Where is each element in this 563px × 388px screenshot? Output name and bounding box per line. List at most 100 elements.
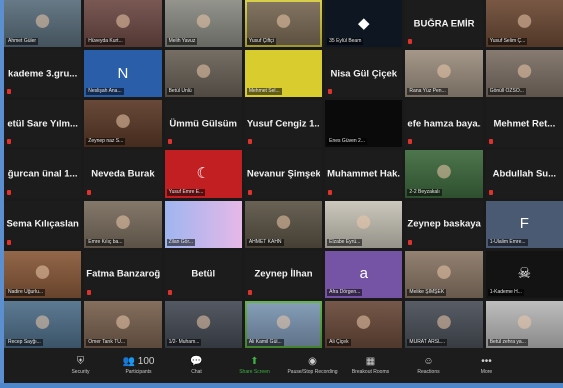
participant-tile[interactable]: N Neslişah Ana...	[84, 50, 162, 98]
participant-tile[interactable]: Rana Yüz Pen...	[405, 50, 483, 98]
muted-mic-icon	[7, 139, 11, 145]
security-button[interactable]: ⛨ Security	[55, 356, 107, 376]
participant-tile[interactable]: Mehmet Ret...	[485, 100, 563, 148]
record-button[interactable]: ◉ Pause/Stop Recording	[287, 356, 339, 376]
participant-tile[interactable]: ğurcan ünal 1...	[4, 150, 82, 198]
participant-tile[interactable]: ◆ 35 Eylül Beam	[325, 0, 403, 48]
muted-mic-icon	[7, 239, 11, 245]
participant-label: Yusuf Emre E...	[166, 188, 206, 196]
participant-name: Neveda Burak	[91, 168, 155, 180]
participant-label: Rana Yüz Pen...	[407, 88, 448, 96]
muted-mic-icon	[328, 189, 333, 195]
participant-name: Zeynep İlhan	[254, 268, 313, 280]
participant-label: Yusuf Selim Ç...	[487, 38, 528, 46]
participant-tile[interactable]: kademe 3.gru...	[4, 50, 82, 98]
participant-name: etül Sare Yılm...	[7, 118, 78, 130]
participant-tile[interactable]: Ümmü Gülsüm	[164, 100, 242, 148]
participant-tile[interactable]: Yusuf Çiftçi	[244, 0, 323, 48]
muted-mic-icon	[408, 239, 413, 245]
chat-button[interactable]: 💬 Chat	[171, 356, 223, 376]
participant-label: Ali Çiçek	[327, 338, 351, 346]
muted-mic-icon	[247, 289, 252, 295]
breakout-rooms-icon: ▦	[365, 355, 376, 367]
participant-tile[interactable]: Nadire Uğurlu...	[4, 250, 82, 298]
muted-mic-icon	[87, 289, 92, 295]
muted-mic-icon	[408, 139, 413, 145]
security-icon: ⛨	[76, 355, 85, 367]
toolbar-label: Share Screen	[239, 368, 270, 375]
participant-tile[interactable]: Ali Kamil Gül...	[244, 300, 323, 348]
participant-name: Ümmü Gülsüm	[169, 118, 237, 130]
gallery-grid: Ahmet Güler Hüveyda Kurt... Melih Yavuz Yus…	[4, 0, 563, 348]
participant-label: Melike ŞİMŞEK	[407, 288, 447, 296]
participant-tile[interactable]: 2-2 Beyzakalı	[405, 150, 483, 198]
participant-tile[interactable]: Mehmet Sel...	[244, 50, 323, 98]
participant-tile[interactable]: Hüveyda Kurt...	[84, 0, 162, 48]
share-screen-button[interactable]: ⬆ Share Screen	[229, 356, 281, 376]
participant-tile[interactable]: Ali Çiçek	[325, 300, 403, 348]
participant-name: Muhammet Hak...	[327, 168, 401, 180]
participant-tile[interactable]: Neveda Burak	[84, 150, 162, 198]
muted-mic-icon	[7, 189, 11, 195]
participant-tile[interactable]: Nevanur Şimşek	[244, 150, 323, 198]
participant-label: Recep Sayğı...	[6, 338, 43, 346]
participant-tile[interactable]: Zeynep naz S...	[84, 100, 162, 148]
more-button[interactable]: ••• More	[461, 356, 513, 376]
reactions-button[interactable]: ☺ Reactions	[403, 356, 455, 376]
participant-tile[interactable]: Enes Güven 2...	[325, 100, 403, 148]
muted-mic-icon	[7, 89, 11, 95]
participants-icon: 👥 100	[122, 355, 155, 367]
participant-label: Mehmet Sel...	[246, 88, 282, 96]
participant-tile[interactable]: etül Sare Yılm...	[4, 100, 82, 148]
toolbar-label: Security	[71, 368, 90, 375]
participant-tile[interactable]: ☠ 1-Kademe H...	[485, 250, 563, 298]
participants-button[interactable]: 👥 100 Participants	[113, 356, 165, 376]
participant-tile[interactable]: Betül Ünlü	[164, 50, 242, 98]
participant-tile[interactable]: 1/2- Muham...	[164, 300, 242, 348]
muted-mic-icon	[408, 39, 413, 45]
participant-tile[interactable]: BUĞRA EMİR	[405, 0, 483, 48]
participant-tile[interactable]: Ahmet Güler	[4, 0, 82, 48]
avatar: a	[359, 265, 368, 283]
participant-tile[interactable]: Sema Kılıçaslan	[4, 200, 82, 248]
muted-mic-icon	[488, 139, 493, 145]
participant-tile[interactable]: efe hamza baya...	[405, 100, 483, 148]
participant-tile[interactable]: Recep Sayğı...	[4, 300, 82, 348]
participant-tile[interactable]: Fatma Banzaroğlu	[84, 250, 162, 298]
participant-name: efe hamza baya...	[407, 118, 481, 130]
participant-tile[interactable]: Betül zehra ya...	[485, 300, 563, 348]
participant-tile[interactable]: ☾ Yusuf Emre E...	[164, 150, 242, 198]
participant-tile[interactable]: Ömer Tarık TÜ...	[84, 300, 162, 348]
participant-label: Elzabe Eyrü...	[327, 238, 363, 246]
participant-tile[interactable]: Gönüll ÖZSO...	[485, 50, 563, 98]
breakout-rooms-button[interactable]: ▦ Breakout Rooms	[345, 356, 397, 376]
participant-label: Neslişah Ana...	[86, 88, 124, 96]
toolbar-label: Participants	[125, 368, 152, 375]
participant-label: 2-2 Beyzakalı	[407, 188, 442, 196]
participant-tile[interactable]: Abdullah Su...	[485, 150, 563, 198]
participant-tile[interactable]: Betül	[164, 250, 242, 298]
avatar: F	[519, 215, 529, 233]
participant-name: Nevanur Şimşek	[246, 168, 321, 180]
participant-tile[interactable]: a Afra Dörgen...	[325, 250, 403, 298]
share-screen-icon: ⬆	[250, 355, 259, 367]
toolbar-label: Chat	[191, 368, 202, 375]
toolbar-label: Reactions	[417, 368, 440, 375]
participant-tile[interactable]: Melike ŞİMŞEK	[405, 250, 483, 298]
participant-tile[interactable]: MÜRAT ARSL...	[405, 300, 483, 348]
participant-tile[interactable]: Nisa Gül Çiçek	[325, 50, 403, 98]
participant-tile[interactable]: Yusuf Cengiz 1...	[244, 100, 323, 148]
participant-name: Nisa Gül Çiçek	[330, 68, 398, 80]
participant-tile[interactable]: Zeynep İlhan	[244, 250, 323, 298]
participant-tile[interactable]: Zilan Gör...	[164, 200, 242, 248]
participant-tile[interactable]: Zeynep baskaya	[405, 200, 483, 248]
participant-tile[interactable]: F 1-Ülalim Emre...	[485, 200, 563, 248]
toolbar-label: Pause/Stop Recording	[287, 368, 338, 375]
participant-tile[interactable]: Melih Yavuz	[164, 0, 242, 48]
participant-tile[interactable]: AHMET KAHN	[244, 200, 323, 248]
participant-tile[interactable]: Muhammet Hak...	[325, 150, 403, 198]
participant-tile[interactable]: Emre Kılıç ba...	[84, 200, 162, 248]
participant-tile[interactable]: Yusuf Selim Ç...	[485, 0, 563, 48]
participant-tile[interactable]: Elzabe Eyrü...	[325, 200, 403, 248]
meeting-toolbar: ⛨ Security 👥 100 Participants 💬 Chat ⬆ Share Sc…	[4, 348, 563, 383]
